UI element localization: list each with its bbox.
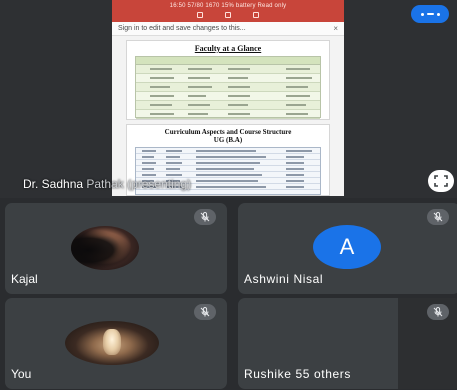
mic-off-icon (427, 209, 449, 225)
document-page-faculty: Faculty at a Glance (126, 40, 330, 120)
faculty-table (135, 56, 321, 119)
avatar (65, 321, 159, 365)
table-row (136, 110, 320, 119)
curriculum-heading: Curriculum Aspects and Course Structure … (127, 128, 329, 144)
participant-tile-others[interactable]: Rushike 55 others (238, 298, 457, 389)
signin-banner[interactable]: Sign in to edit and save changes to this… (112, 22, 344, 36)
share-icon (253, 12, 259, 18)
pen-icon (197, 12, 203, 18)
fullscreen-button[interactable] (428, 170, 454, 192)
table-row (136, 83, 320, 92)
page-icon (225, 12, 231, 18)
close-icon[interactable]: × (333, 24, 338, 33)
table-row (136, 74, 320, 83)
participant-name-partial: Rushike (244, 367, 292, 381)
curriculum-heading-line2: UG (B.A) (213, 136, 243, 144)
curriculum-heading-line1: Curriculum Aspects and Course Structure (164, 128, 292, 136)
more-options-icon (420, 12, 424, 16)
avatar: A (313, 225, 381, 269)
participant-tile-kajal[interactable]: Kajal (5, 203, 227, 294)
mic-off-icon (427, 304, 449, 320)
shared-document[interactable]: 16:50 57/80 1670 15% battery Read only S… (112, 0, 344, 196)
table-row (136, 92, 320, 101)
more-options-button[interactable] (411, 5, 449, 23)
table-row (136, 65, 320, 74)
meeting-screen: 16:50 57/80 1670 15% battery Read only S… (0, 0, 457, 390)
faculty-table-header (136, 57, 320, 65)
document-toolbar: 16:50 57/80 1670 15% battery Read only (112, 0, 344, 22)
mic-off-icon (194, 304, 216, 320)
participant-tile-you[interactable]: You (5, 298, 227, 389)
participant-name: You (11, 367, 32, 381)
participant-name: Rushike 55 others (244, 367, 351, 381)
mic-off-icon (194, 209, 216, 225)
presenter-label: Dr. Sadhna Pathak (presenting) (23, 177, 191, 191)
presenter-name: Dr. Sadhna (23, 177, 84, 191)
toolbar-icons (112, 12, 344, 18)
table-row (136, 101, 320, 110)
avatar (71, 226, 139, 270)
fullscreen-icon (434, 175, 448, 187)
presenting-status: Pathak (presenting) (83, 177, 192, 191)
document-status-line: 16:50 57/80 1670 15% battery Read only (169, 3, 287, 9)
presentation-area[interactable]: 16:50 57/80 1670 15% battery Read only S… (0, 0, 457, 198)
participant-tile-ashwini[interactable]: A Ashwini Nisal (238, 203, 457, 294)
participant-name: Ashwini Nisal (244, 272, 324, 286)
participant-name: Kajal (11, 272, 38, 286)
signin-text: Sign in to edit and save changes to this… (118, 25, 246, 32)
faculty-heading: Faculty at a Glance (194, 44, 262, 53)
others-count[interactable]: 55 others (296, 367, 351, 381)
